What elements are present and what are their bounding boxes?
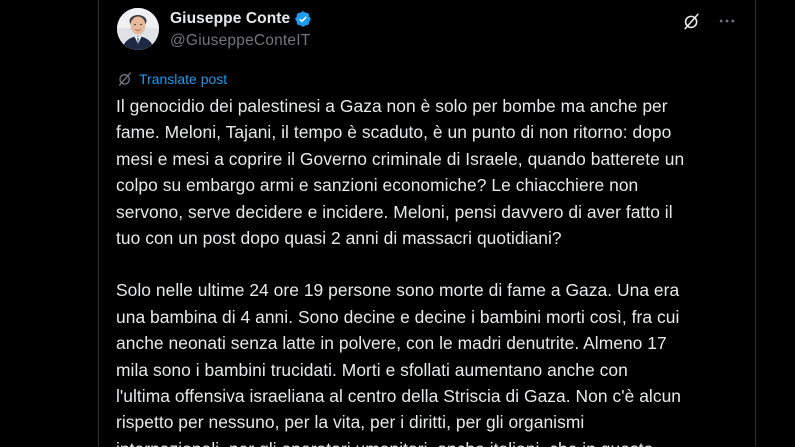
author-name-row: Giuseppe Conte (170, 9, 312, 29)
post-paragraph: Solo nelle ultime 24 ore 19 persone sono… (116, 280, 682, 447)
post-text: Il genocidio dei palestinesi a Gaza non … (116, 93, 746, 447)
post-paragraph: Il genocidio dei palestinesi a Gaza non … (116, 96, 685, 249)
author-block[interactable]: Giuseppe Conte @GiuseppeConteIT (170, 9, 312, 50)
grok-button[interactable] (681, 11, 701, 31)
avatar-portrait-icon (117, 8, 159, 50)
page: Giuseppe Conte @GiuseppeConteIT Translat… (0, 0, 795, 447)
more-options-button[interactable] (717, 11, 737, 31)
translate-post-label[interactable]: Translate post (139, 71, 227, 87)
translate-post-link[interactable]: Translate post (117, 71, 227, 87)
author-handle[interactable]: @GiuseppeConteIT (170, 32, 312, 50)
more-dots-icon (719, 19, 735, 23)
timeline-border-right (755, 0, 756, 447)
avatar[interactable] (117, 8, 159, 50)
author-name[interactable]: Giuseppe Conte (170, 10, 290, 28)
post: Giuseppe Conte @GiuseppeConteIT Translat… (99, 0, 755, 447)
translate-icon (119, 72, 131, 86)
post-header-actions (681, 11, 737, 31)
verified-badge-icon[interactable] (294, 10, 312, 28)
grok-slash-icon (683, 13, 699, 29)
